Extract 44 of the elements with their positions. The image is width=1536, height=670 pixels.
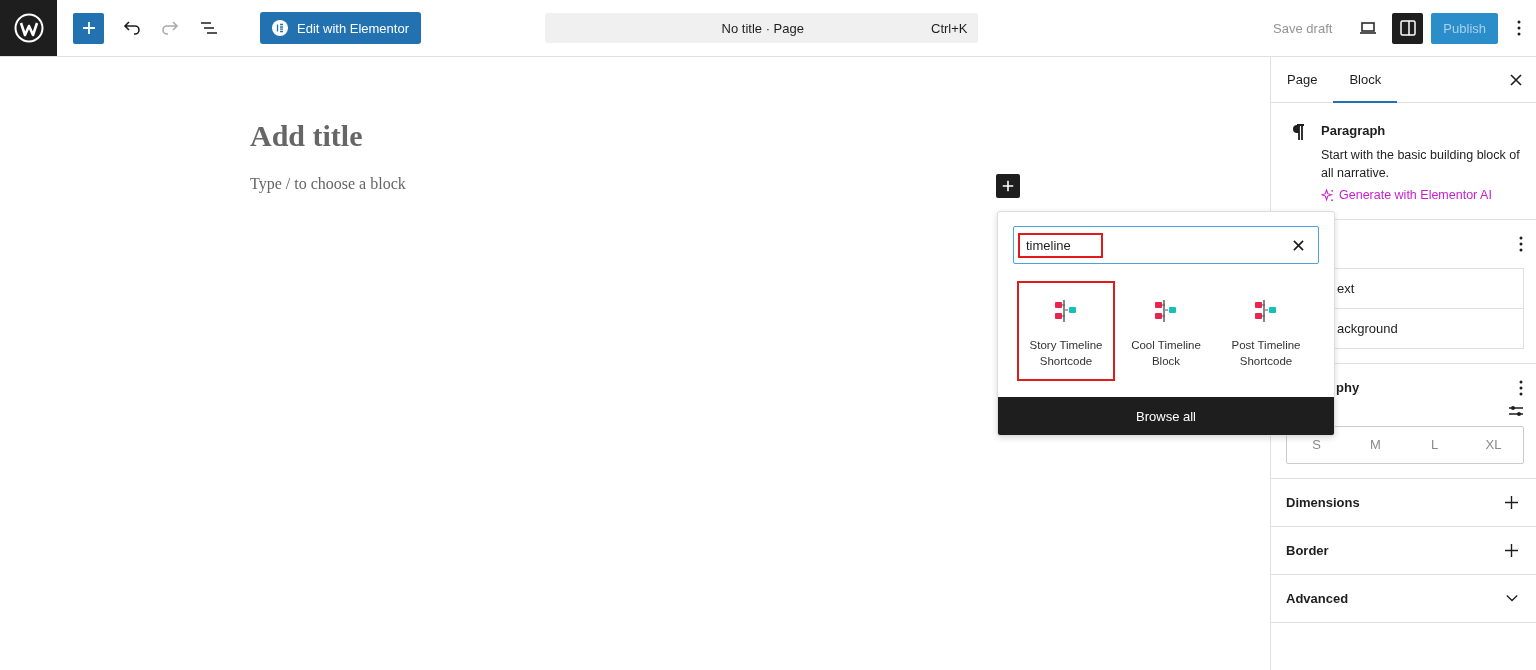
font-size-option[interactable]: M bbox=[1346, 426, 1405, 463]
sidebar-toggle-button[interactable] bbox=[1392, 12, 1424, 44]
edit-with-elementor-button[interactable]: Edit with Elementor bbox=[260, 12, 421, 44]
settings-panel-header[interactable]: Border bbox=[1271, 526, 1536, 575]
font-size-option[interactable]: XL bbox=[1464, 426, 1523, 463]
undo-icon[interactable] bbox=[122, 18, 142, 38]
sliders-icon[interactable] bbox=[1508, 403, 1524, 418]
more-options-icon[interactable] bbox=[1516, 18, 1522, 38]
search-value: timeline bbox=[1018, 232, 1103, 258]
block-description: Start with the basic building block of all narrative. bbox=[1321, 147, 1521, 182]
block-name: Paragraph bbox=[1321, 123, 1387, 138]
settings-panel-header[interactable]: Dimensions bbox=[1271, 478, 1536, 527]
sparkle-icon bbox=[1321, 188, 1334, 202]
plus-icon bbox=[1505, 495, 1518, 509]
add-block-button[interactable] bbox=[996, 174, 1020, 198]
chevron-down-icon bbox=[1506, 594, 1518, 602]
add-block-button[interactable] bbox=[73, 12, 104, 44]
elementor-logo-icon bbox=[272, 20, 288, 36]
generate-ai-link[interactable]: Generate with Elementor AI bbox=[1321, 188, 1492, 202]
block-result[interactable]: Story Timeline Shortcode bbox=[1017, 281, 1115, 381]
plus-icon bbox=[1001, 179, 1015, 193]
plus-icon bbox=[1505, 543, 1518, 557]
close-icon[interactable] bbox=[1510, 73, 1522, 86]
settings-panel-header[interactable]: Advanced bbox=[1271, 574, 1536, 623]
sidebar-tab[interactable]: Block bbox=[1333, 57, 1398, 103]
wordpress-logo-icon bbox=[13, 13, 44, 43]
paragraph-placeholder[interactable]: Type / to choose a block bbox=[250, 175, 1270, 193]
sidebar-icon bbox=[1397, 18, 1418, 38]
title-placeholder[interactable]: Add title bbox=[250, 119, 1270, 153]
command-bar[interactable]: No title · Page Ctrl+K bbox=[544, 13, 978, 43]
sidebar-tab[interactable]: Page bbox=[1271, 57, 1334, 103]
timeline-icon bbox=[1254, 299, 1278, 323]
shortcut-hint: Ctrl+K bbox=[931, 20, 968, 36]
section-heading: phy bbox=[1335, 380, 1360, 395]
timeline-icon bbox=[1054, 299, 1078, 323]
timeline-icon bbox=[1154, 299, 1178, 323]
browse-all-button[interactable]: Browse all bbox=[998, 397, 1334, 435]
plus-icon bbox=[80, 20, 97, 36]
site-logo[interactable] bbox=[0, 0, 57, 56]
block-result[interactable]: Cool Timeline Block bbox=[1117, 281, 1215, 381]
font-size-option[interactable]: L bbox=[1405, 426, 1464, 463]
clear-icon[interactable] bbox=[1293, 239, 1304, 251]
paragraph-icon bbox=[1291, 123, 1305, 141]
search-field[interactable]: timeline bbox=[1013, 226, 1319, 264]
